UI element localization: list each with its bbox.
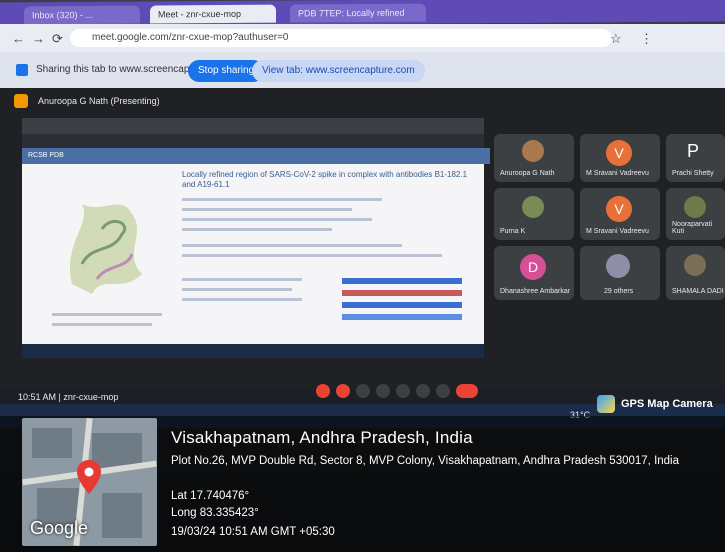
meeting-code: 10:51 AM | znr-cxue-mop [18, 392, 119, 402]
forward-icon[interactable]: → [32, 31, 45, 46]
participant-name: Prachi Shetty [672, 170, 714, 177]
browser-tab[interactable]: Inbox (320) - ... [24, 5, 140, 25]
pdb-nav-bar: RCSB PDB [22, 148, 490, 164]
google-logo: Google [30, 518, 89, 538]
gps-map-camera-badge: GPS Map Camera [597, 393, 713, 415]
participant-name: Anuroopa G Nath [500, 170, 555, 177]
longitude: Long 83.335423° [171, 507, 259, 519]
participant-tile[interactable]: V M Sravani Vadreevu [580, 188, 660, 240]
browser-tab[interactable]: PDB 7TEP: Locally refined [290, 3, 426, 23]
text-line [182, 254, 442, 257]
avatar [606, 254, 630, 278]
map-pin-icon [77, 460, 101, 494]
text-line [182, 244, 402, 247]
others-count: 29 others [604, 288, 634, 295]
photo: Inbox (320) - ... Meet - znr-cxue-mop PD… [0, 0, 725, 552]
text-line [52, 323, 152, 326]
participant-tile[interactable]: Anuroopa G Nath [494, 134, 574, 182]
avatar: V [606, 140, 632, 166]
view-tab-button[interactable]: View tab: www.screencapture.com [252, 60, 425, 82]
mic-off-icon[interactable] [316, 384, 330, 398]
more-options-icon[interactable] [436, 384, 450, 398]
avatar: D [520, 254, 546, 280]
text-line [182, 278, 302, 281]
present-icon[interactable] [396, 384, 410, 398]
shared-screen: RCSB PDB Locally refined region of SARS-… [22, 118, 490, 358]
avatar [522, 140, 544, 162]
text-line [182, 288, 292, 291]
avatar [684, 196, 706, 218]
pdb-title: Locally refined region of SARS-CoV-2 spi… [182, 170, 468, 189]
participant-name: M Sravani Vadreevu [586, 170, 649, 177]
participant-name: Dhanashree Ambarkar [500, 288, 571, 295]
avatar [522, 196, 544, 218]
map-block [32, 428, 72, 458]
star-icon[interactable]: ☆ [610, 31, 622, 47]
participant-tile[interactable]: 29 others [580, 246, 660, 300]
participant-tile[interactable]: Purna K [494, 188, 574, 240]
participant-name: Purna K [500, 228, 526, 235]
menu-icon[interactable]: ⋮ [640, 31, 653, 47]
camera-off-icon[interactable] [336, 384, 350, 398]
avatar [684, 254, 706, 276]
avatar: V [606, 196, 632, 222]
text-line [182, 198, 382, 201]
meet-logo-icon [14, 94, 28, 108]
inner-address-bar [22, 134, 484, 148]
participant-name: M Sravani Vadreevu [586, 228, 649, 235]
protein-structure-image [69, 204, 142, 294]
url-field[interactable]: meet.google.com/znr-cxue-mop?authuser=0 [70, 29, 612, 47]
reload-icon[interactable]: ⟳ [52, 31, 63, 47]
screen-share-icon [16, 64, 28, 76]
meet-window: Anuroopa G Nath (Presenting) RCSB PDB Lo… [0, 88, 725, 388]
back-icon[interactable]: ← [12, 31, 25, 46]
timestamp: 19/03/24 10:51 AM GMT +05:30 [171, 526, 335, 538]
text-line [182, 228, 332, 231]
participant-tile[interactable]: Nooraparvati Kuti [666, 188, 725, 240]
captions-icon[interactable] [356, 384, 370, 398]
browser-tab-strip: Inbox (320) - ... Meet - znr-cxue-mop PD… [0, 0, 725, 27]
camera-app-icon [597, 395, 615, 413]
participant-tile[interactable]: D Dhanashree Ambarkar [494, 246, 574, 300]
address-bar-row: ← → ⟳ meet.google.com/znr-cxue-mop?authu… [0, 24, 725, 52]
map-block [102, 493, 142, 538]
text-line [182, 298, 302, 301]
browser-tab-active[interactable]: Meet - znr-cxue-mop [150, 4, 276, 24]
location-city: Visakhapatnam, Andhra Pradesh, India [171, 428, 473, 447]
latitude: Lat 17.740476° [171, 490, 250, 502]
participant-name: Nooraparvati Kuti [672, 221, 713, 235]
share-notification-bar: Sharing this tab to www.screencapture.co… [0, 52, 725, 88]
leave-call-button[interactable] [456, 384, 478, 398]
presenter-label: Anuroopa G Nath (Presenting) [38, 96, 160, 106]
text-line [182, 218, 372, 221]
participant-tile[interactable]: V M Sravani Vadreevu [580, 134, 660, 182]
location-address: Plot No.26, MVP Double Rd, Sector 8, MVP… [171, 455, 680, 467]
text-line [52, 313, 162, 316]
validation-chart [342, 278, 462, 320]
participant-name: SHAMALA DADI [672, 288, 724, 295]
avatar: P [686, 141, 699, 161]
participant-tile[interactable]: P Prachi Shetty [666, 134, 725, 182]
raise-hand-icon[interactable] [416, 384, 430, 398]
inner-tab-strip [22, 118, 484, 134]
gps-badge-label: GPS Map Camera [621, 398, 713, 410]
participant-tile[interactable]: SHAMALA DADI [666, 246, 725, 300]
emoji-icon[interactable] [376, 384, 390, 398]
text-line [182, 208, 352, 211]
inner-taskbar [22, 344, 484, 358]
